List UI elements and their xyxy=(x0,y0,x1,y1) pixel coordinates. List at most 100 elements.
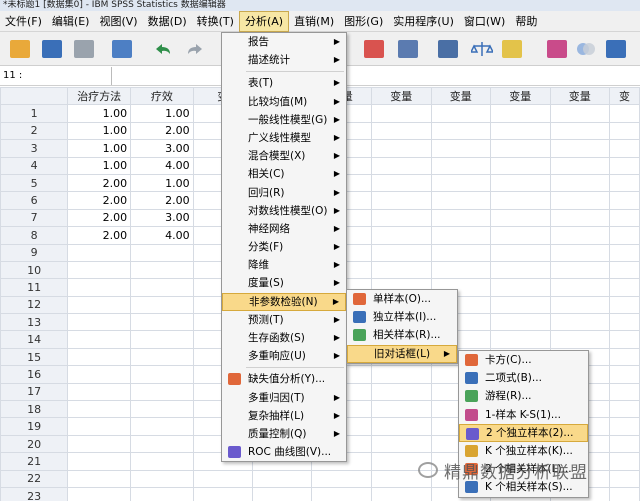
row-number[interactable]: 4 xyxy=(0,156,69,175)
data-cell[interactable] xyxy=(430,226,492,245)
data-cell[interactable] xyxy=(67,313,132,332)
menu-file[interactable]: 文件(F) xyxy=(0,11,47,32)
data-cell[interactable] xyxy=(490,226,551,245)
undo-icon[interactable] xyxy=(150,37,174,61)
nonparametric-menu-item[interactable]: 单样本(O)... xyxy=(347,290,457,308)
data-cell[interactable] xyxy=(490,208,551,228)
data-cell[interactable]: 1.00 xyxy=(67,104,132,123)
menu-graphs[interactable]: 图形(G) xyxy=(339,11,388,32)
show-all-variables-icon[interactable] xyxy=(574,37,598,61)
data-cell[interactable] xyxy=(549,295,611,315)
data-cell[interactable] xyxy=(130,313,194,332)
data-cell[interactable] xyxy=(549,104,611,123)
row-number[interactable]: 3 xyxy=(0,139,69,158)
data-cell[interactable] xyxy=(549,243,611,262)
row-number[interactable]: 17 xyxy=(0,382,69,402)
analyze-menu-item[interactable]: 预测(T) ▶ xyxy=(222,311,346,329)
column-header[interactable]: 变 xyxy=(609,87,640,106)
row-number[interactable]: 20 xyxy=(0,434,69,454)
data-cell[interactable] xyxy=(251,486,313,501)
data-cell[interactable] xyxy=(490,191,551,210)
data-cell[interactable]: 2.00 xyxy=(67,173,132,193)
data-cell[interactable] xyxy=(490,295,551,315)
data-cell[interactable] xyxy=(609,191,640,210)
data-cell[interactable]: 1.00 xyxy=(67,156,132,175)
analyze-menu-item[interactable]: 多重归因(T) ▶ xyxy=(222,389,346,407)
analyze-menu-item[interactable]: 多重响应(U) ▶ xyxy=(222,347,346,365)
data-cell[interactable] xyxy=(311,486,372,501)
row-number[interactable]: 5 xyxy=(0,173,69,193)
column-header[interactable]: 变量 xyxy=(371,87,432,106)
data-cell[interactable] xyxy=(371,173,432,193)
analyze-menu-item[interactable]: 相关(C) ▶ xyxy=(222,165,346,183)
data-cell[interactable] xyxy=(130,243,194,262)
data-cell[interactable] xyxy=(67,365,132,384)
data-cell[interactable] xyxy=(67,486,132,501)
data-cell[interactable] xyxy=(371,486,432,501)
data-cell[interactable] xyxy=(371,208,432,228)
data-cell[interactable]: 2.00 xyxy=(130,191,194,210)
data-cell[interactable] xyxy=(371,139,432,158)
analyze-menu-item[interactable]: 对数线性模型(O) ▶ xyxy=(222,202,346,220)
data-cell[interactable] xyxy=(609,434,640,454)
column-header[interactable]: 治疗方法 xyxy=(67,87,132,106)
data-cell[interactable] xyxy=(609,295,640,315)
row-number[interactable]: 8 xyxy=(0,226,69,245)
row-number[interactable]: 1 xyxy=(0,104,69,123)
data-cell[interactable] xyxy=(371,104,432,123)
row-number[interactable]: 2 xyxy=(0,121,69,141)
data-cell[interactable]: 2.00 xyxy=(130,121,194,141)
data-cell[interactable] xyxy=(549,208,611,228)
analyze-menu-item[interactable]: 缺失值分析(Y)... xyxy=(222,370,346,388)
menu-edit[interactable]: 编辑(E) xyxy=(47,11,95,32)
data-cell[interactable] xyxy=(67,347,132,367)
data-cell[interactable] xyxy=(67,243,132,262)
data-cell[interactable] xyxy=(609,347,640,367)
data-cell[interactable] xyxy=(430,260,492,280)
data-cell[interactable] xyxy=(609,260,640,280)
data-cell[interactable] xyxy=(549,226,611,245)
data-cell[interactable]: 3.00 xyxy=(130,139,194,158)
menu-help[interactable]: 帮助 xyxy=(510,11,542,32)
data-cell[interactable] xyxy=(130,382,194,402)
data-cell[interactable] xyxy=(490,313,551,332)
data-cell[interactable] xyxy=(430,243,492,262)
legacy-menu-item[interactable]: 二项式(B)... xyxy=(459,369,588,387)
data-cell[interactable] xyxy=(130,486,194,501)
analyze-menu-item[interactable]: 质量控制(Q) ▶ xyxy=(222,425,346,443)
nonparametric-menu-item[interactable]: 独立样本(I)... xyxy=(347,308,457,326)
analyze-menu-item[interactable]: ROC 曲线图(V)... xyxy=(222,443,346,461)
data-cell[interactable] xyxy=(609,104,640,123)
value-labels-icon[interactable] xyxy=(500,37,524,61)
data-cell[interactable] xyxy=(130,434,194,454)
analyze-menu-item[interactable]: 表(T) ▶ xyxy=(222,74,346,92)
data-cell[interactable] xyxy=(490,278,551,297)
data-cell[interactable] xyxy=(490,104,551,123)
data-cell[interactable] xyxy=(609,382,640,402)
data-cell[interactable] xyxy=(549,139,611,158)
data-cell[interactable] xyxy=(67,330,132,349)
data-cell[interactable] xyxy=(371,243,432,262)
nonparametric-menu-item[interactable]: 相关样本(R)... xyxy=(347,326,457,344)
data-cell[interactable] xyxy=(130,295,194,315)
data-cell[interactable]: 1.00 xyxy=(130,104,194,123)
data-cell[interactable]: 2.00 xyxy=(67,191,132,210)
analyze-menu-item[interactable]: 度量(S) ▶ xyxy=(222,274,346,292)
row-number[interactable]: 23 xyxy=(0,486,69,501)
column-header[interactable]: 变量 xyxy=(490,87,551,106)
row-number[interactable]: 10 xyxy=(0,260,69,280)
legacy-menu-item[interactable]: 游程(R)... xyxy=(459,387,588,405)
corner-cell[interactable] xyxy=(0,87,69,106)
data-cell[interactable]: 3.00 xyxy=(130,208,194,228)
spell-check-icon[interactable] xyxy=(604,37,628,61)
menu-direct-marketing[interactable]: 直销(M) xyxy=(289,11,339,32)
data-cell[interactable] xyxy=(490,260,551,280)
data-cell[interactable] xyxy=(130,330,194,349)
row-number[interactable]: 12 xyxy=(0,295,69,315)
data-cell[interactable] xyxy=(609,452,640,471)
legacy-menu-item[interactable]: 2 个独立样本(2)... xyxy=(459,423,588,442)
row-number[interactable]: 13 xyxy=(0,313,69,332)
data-cell[interactable] xyxy=(130,278,194,297)
analyze-menu-item[interactable]: 非参数检验(N) ▶ xyxy=(222,292,346,311)
data-cell[interactable] xyxy=(130,365,194,384)
